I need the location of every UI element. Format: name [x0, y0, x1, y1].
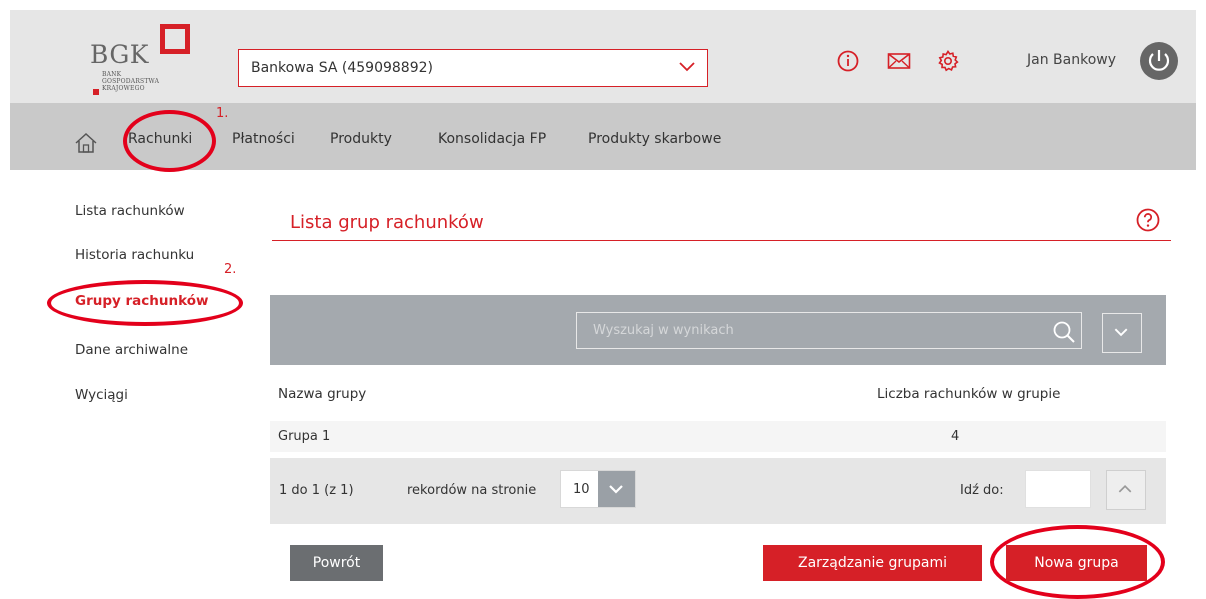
home-icon[interactable] — [75, 133, 97, 153]
power-icon — [1148, 50, 1170, 71]
info-icon[interactable] — [837, 50, 859, 72]
pagination-summary: 1 do 1 (z 1) — [279, 483, 354, 498]
table-row[interactable] — [270, 421, 1166, 452]
title-divider — [272, 240, 1171, 241]
user-name: Jan Bankowy — [1027, 52, 1116, 68]
logo-subtitle: BANK GOSPODARSTWA KRAJOWEGO — [102, 71, 160, 92]
chevron-down-icon — [1114, 328, 1128, 337]
goto-label: Idź do: — [960, 483, 1004, 498]
account-count-cell: 4 — [951, 429, 960, 444]
logo-text: BGK — [90, 40, 149, 69]
nav-item-rachunki[interactable]: Rachunki — [128, 131, 192, 147]
manage-groups-button[interactable]: Zarządzanie grupami — [763, 545, 982, 581]
chevron-down-icon — [609, 485, 623, 494]
column-header-account-count[interactable]: Liczba rachunków w grupie — [877, 386, 1060, 402]
chevron-up-icon — [1118, 484, 1132, 493]
pagination-bar: 1 do 1 (z 1) rekordów na stronie 10 Idź … — [270, 458, 1166, 524]
step-2-label: 2. — [224, 262, 237, 277]
logo-dot — [93, 89, 99, 95]
bgk-logo[interactable]: BGK BANK GOSPODARSTWA KRAJOWEGO — [90, 20, 220, 100]
nav-item-platnosci[interactable]: Płatności — [232, 131, 295, 147]
per-page-dropdown-button[interactable] — [598, 471, 635, 507]
column-header-group-name[interactable]: Nazwa grupy — [278, 386, 366, 402]
company-select-value: Bankowa SA (459098892) — [251, 60, 433, 76]
main-navigation: Rachunki Płatności Produkty Konsolidacja… — [10, 103, 1196, 170]
new-group-button[interactable]: Nowa grupa — [1006, 545, 1147, 581]
nav-item-produkty-skarbowe[interactable]: Produkty skarbowe — [588, 131, 721, 147]
goto-page-input[interactable] — [1025, 470, 1091, 508]
help-icon[interactable] — [1136, 208, 1160, 232]
per-page-label: rekordów na stronie — [407, 483, 537, 498]
sidebar-item-lista-rachunkow[interactable]: Lista rachunków — [75, 203, 185, 219]
top-header: BGK BANK GOSPODARSTWA KRAJOWEGO Bankowa … — [10, 10, 1196, 103]
filter-bar: Wyszukaj w wynikach — [270, 295, 1166, 365]
sidebar-item-wyciagi[interactable]: Wyciągi — [75, 387, 128, 403]
group-name-cell: Grupa 1 — [278, 429, 331, 444]
per-page-select[interactable]: 10 — [560, 470, 636, 508]
sidebar-item-grupy-rachunkow[interactable]: Grupy rachunków — [75, 293, 208, 309]
filter-expand-button[interactable] — [1102, 313, 1142, 353]
search-icon[interactable] — [1052, 320, 1076, 344]
chevron-down-icon — [679, 62, 695, 72]
search-input[interactable]: Wyszukaj w wynikach — [576, 312, 1082, 349]
company-select[interactable]: Bankowa SA (459098892) — [238, 49, 708, 87]
mail-icon[interactable] — [887, 50, 911, 72]
per-page-value: 10 — [573, 482, 590, 497]
sidebar-item-historia-rachunku[interactable]: Historia rachunku — [75, 247, 194, 263]
step-1-label: 1. — [216, 106, 229, 121]
back-button[interactable]: Powrót — [290, 545, 383, 581]
sidebar-item-dane-archiwalne[interactable]: Dane archiwalne — [75, 342, 188, 358]
logout-button[interactable] — [1140, 42, 1178, 80]
logo-square-mark — [160, 24, 190, 54]
nav-item-produkty[interactable]: Produkty — [330, 131, 392, 147]
page-title: Lista grup rachunków — [290, 212, 484, 233]
nav-item-konsolidacja[interactable]: Konsolidacja FP — [438, 131, 546, 147]
settings-icon[interactable] — [937, 50, 959, 72]
scroll-top-button[interactable] — [1106, 470, 1146, 510]
